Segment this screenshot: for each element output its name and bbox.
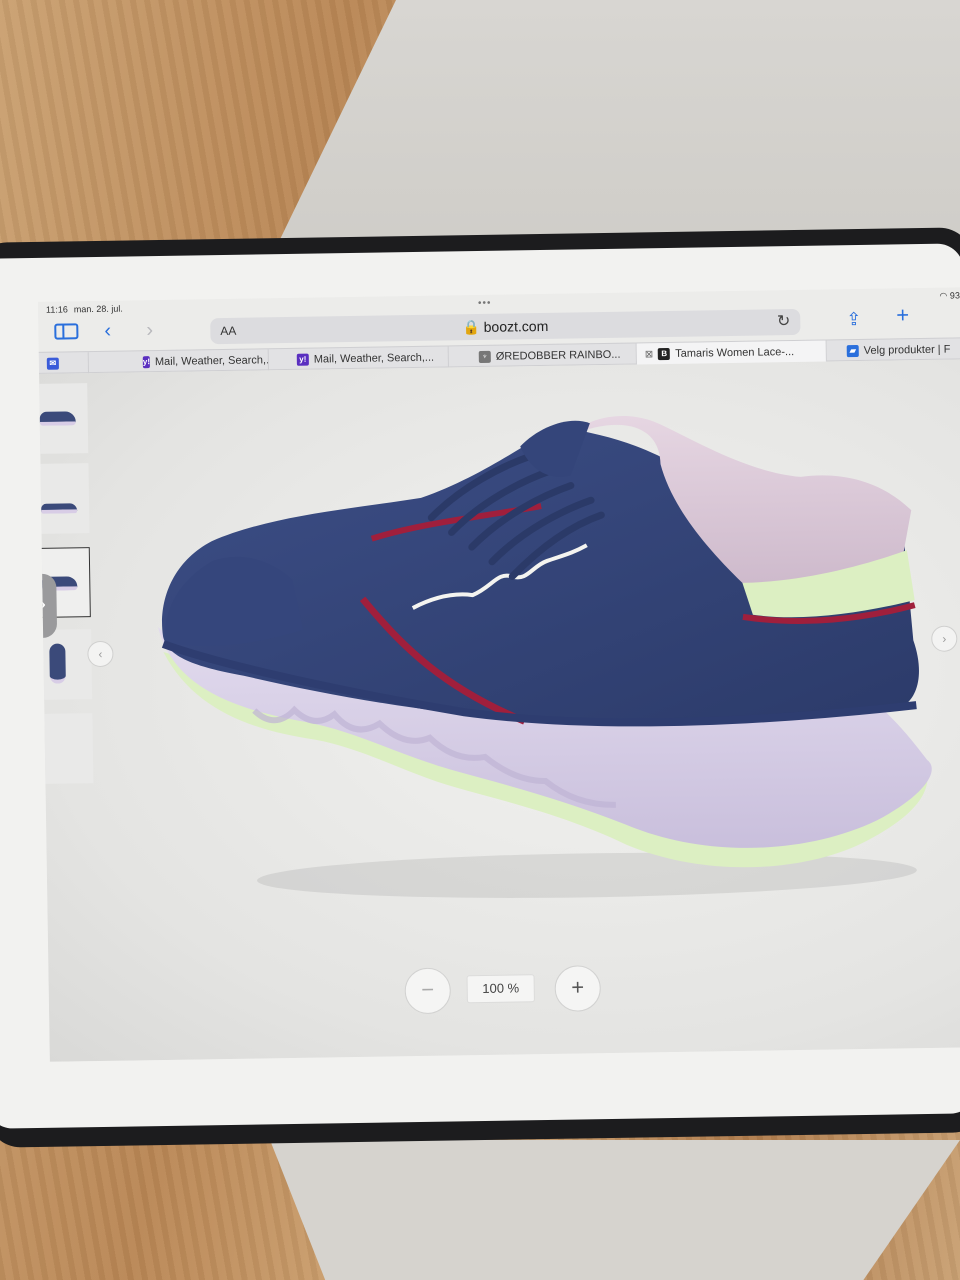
status-time: 11:16 (45, 304, 68, 315)
thumbnail-4[interactable] (37, 629, 93, 701)
new-tab-button[interactable]: + (896, 302, 909, 327)
wifi-icon: ◠ (939, 290, 948, 301)
tab-mail[interactable]: ✉ (38, 352, 90, 375)
product-image-viewer: › ‹ › − 100 % + (37, 359, 960, 1062)
share-icon[interactable]: ⇪ (846, 309, 861, 329)
forward-button[interactable]: › (146, 319, 153, 341)
status-date: man. 28. jul. (73, 303, 123, 315)
lock-icon: 🔒 (462, 318, 480, 336)
tab-label: Mail, Weather, Search,... (313, 351, 435, 366)
yahoo-icon: y! (296, 353, 309, 366)
back-button[interactable]: ‹ (104, 320, 111, 342)
url-field[interactable]: 🔒 boozt.com (210, 314, 800, 340)
reload-icon[interactable]: ↻ (777, 311, 791, 331)
url-text: boozt.com (483, 317, 549, 335)
store-icon: ♆ (478, 350, 491, 363)
status-indicators: ◠ 93 (939, 290, 960, 301)
sidebar-toggle-button[interactable]: › (37, 573, 58, 639)
thumbnail-5[interactable] (37, 713, 94, 785)
mail-icon: ✉ (46, 357, 59, 370)
tablet-device: 11:16 man. 28. jul. ◠ 93 ••• ‹ › AA 🔒 bo… (0, 227, 960, 1148)
tab-label: ØREDOBBER RAINBO... (495, 348, 621, 363)
product-image-shoe (158, 416, 932, 898)
tab-label: Tamaris Women Lace-... (675, 346, 795, 360)
thumbnail-1[interactable] (37, 383, 89, 455)
tablet-bezel: 11:16 man. 28. jul. ◠ 93 ••• ‹ › AA 🔒 bo… (0, 243, 960, 1129)
multitasking-dots-icon[interactable]: ••• (478, 298, 492, 309)
tab-label: Velg produkter | F (863, 343, 951, 357)
tab-label: Mail, Weather, Search,... (154, 354, 270, 369)
thumbnail-strip (37, 383, 94, 785)
thumbnail-2[interactable] (37, 463, 90, 535)
battery-level: 93 (949, 289, 960, 301)
zoom-in-button[interactable]: + (554, 965, 602, 1012)
background-box-bottom (270, 1140, 960, 1280)
boozt-icon: B (658, 347, 671, 361)
close-tab-icon[interactable]: ⊠ (645, 349, 654, 360)
zoom-out-button[interactable]: − (404, 967, 452, 1015)
address-bar[interactable]: AA 🔒 boozt.com ↻ (210, 308, 801, 345)
yahoo-icon: y! (142, 356, 151, 369)
zoom-level: 100 % (466, 974, 535, 1004)
sidebar-icon[interactable] (54, 323, 79, 340)
folder-icon: ▰ (846, 345, 859, 358)
tablet-screen: 11:16 man. 28. jul. ◠ 93 ••• ‹ › AA 🔒 bo… (37, 287, 960, 1062)
